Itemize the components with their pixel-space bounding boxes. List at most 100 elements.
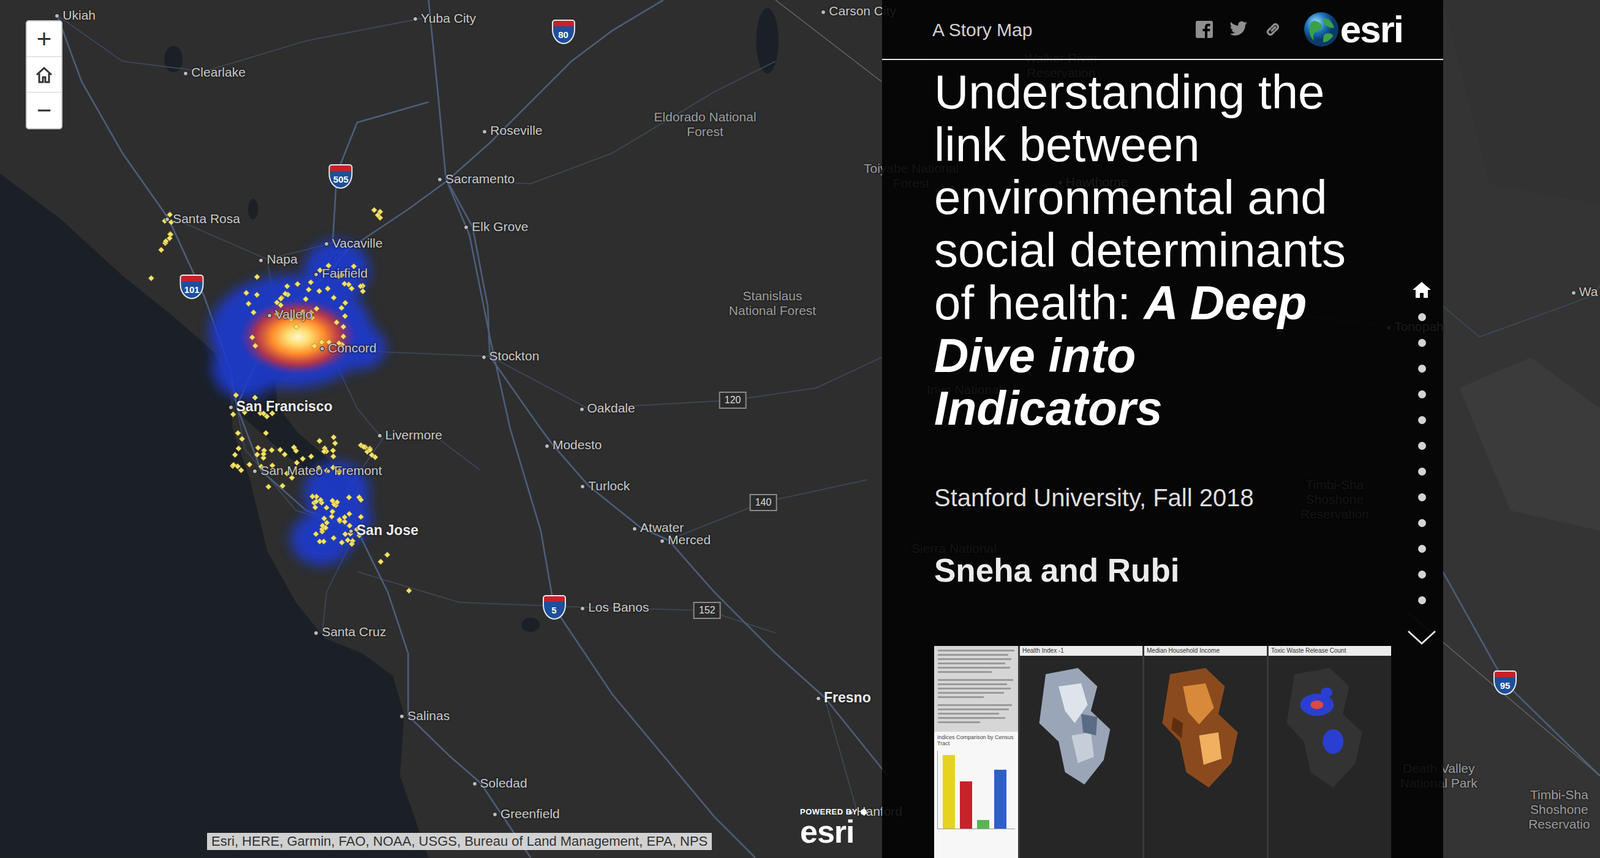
chevron-down-icon[interactable] (1406, 629, 1438, 646)
thumb-text-block (934, 645, 1019, 723)
story-main: Understanding the link between environme… (882, 60, 1401, 858)
city-dot (54, 13, 60, 19)
city-dot (632, 526, 638, 532)
map-label-text: Timbi-Sha Shoshone Reservatio (1528, 787, 1590, 831)
map-label-text: Vacaville (332, 235, 383, 250)
header-actions: esri (1194, 10, 1403, 49)
map-label-text: Modesto (552, 437, 603, 452)
zoom-out-button[interactable]: − (26, 92, 62, 129)
map-label-text: Elk Grove (471, 219, 529, 234)
nav-dot[interactable] (1418, 544, 1427, 553)
home-icon[interactable] (26, 56, 62, 93)
map-label-text: Soledad (480, 775, 528, 790)
map-label-text: Salinas (407, 708, 450, 723)
map-attribution: Esri, HERE, Garmin, FAO, NOAA, USGS, Bur… (207, 832, 712, 850)
map-label: Los Banos (580, 599, 649, 615)
text-line (937, 703, 1012, 706)
route-shield: 152 (693, 601, 721, 619)
city-dot (659, 538, 665, 544)
city-dot (815, 695, 821, 701)
link-icon[interactable] (1263, 19, 1283, 40)
map-label: Napa (258, 251, 298, 267)
nav-dot[interactable] (1418, 493, 1427, 502)
map-label-text: Napa (266, 251, 298, 266)
text-line (937, 666, 1011, 669)
map-label: Oakdale (579, 400, 636, 416)
map-label: Santa Cruz (313, 624, 386, 639)
thumb-map-canvas (1019, 655, 1143, 840)
zoom-control: +− (25, 20, 63, 130)
city-dot (1571, 290, 1577, 296)
city-dot (482, 129, 487, 135)
text-line (937, 649, 1015, 652)
nav-dot[interactable] (1418, 390, 1427, 399)
esri-brand[interactable]: esri (1302, 10, 1403, 49)
nav-dot[interactable] (1418, 364, 1427, 373)
map-label: Stockton (481, 348, 540, 364)
city-dot (399, 713, 405, 719)
powered-by-text: POWERED BY (800, 807, 858, 816)
map-label: Clearlake (183, 64, 246, 80)
chart-bar (977, 819, 990, 829)
nav-dot[interactable] (1418, 441, 1427, 450)
text-line (937, 720, 981, 723)
map-label-text: Yuba City (420, 11, 476, 26)
map-label-text: Oakdale (587, 400, 636, 415)
map-label-text: Fresno (823, 689, 872, 706)
map-label: Fremont (325, 463, 382, 478)
text-line (937, 687, 1011, 690)
text-line (937, 678, 1014, 681)
home-icon[interactable] (1411, 280, 1432, 299)
nav-dot[interactable] (1418, 596, 1427, 604)
story-header: A Story Mapesri (882, 0, 1444, 61)
nav-dot[interactable] (1418, 338, 1427, 347)
thumb-map-canvas (1144, 655, 1267, 840)
chart-bar (959, 781, 973, 828)
city-dot (579, 406, 585, 412)
city-dot (228, 404, 234, 410)
map-label: Soledad (472, 775, 528, 791)
thumb-map-canvas (1268, 655, 1392, 840)
story-authors: Sneha and Rubi (934, 550, 1401, 590)
map-label-text: Greenfield (500, 806, 560, 821)
city-dot (437, 177, 443, 182)
twitter-icon[interactable] (1228, 19, 1249, 40)
map-label-text: Santa Rosa (172, 210, 241, 225)
map-label-text: Atwater (640, 520, 684, 535)
map-label: Vallejo (267, 306, 313, 322)
nav-dot[interactable] (1418, 518, 1427, 527)
map-label: Eldorado National Forest (652, 109, 758, 140)
text-line (937, 708, 1009, 710)
city-dot (544, 443, 550, 449)
map-label: San Francisco (228, 398, 333, 415)
map-label: Sacramento (437, 170, 515, 186)
story-body: Understanding the link between environme… (882, 60, 1444, 858)
map-label: Roseville (482, 123, 543, 138)
map-label-text: Wa (1579, 284, 1599, 299)
city-dot (183, 71, 189, 76)
map-label-text: Stanislaus National Forest (728, 288, 816, 318)
nav-dot[interactable] (1418, 415, 1427, 424)
map-label-text: Eldorado National Forest (654, 109, 757, 139)
nav-dot[interactable] (1418, 313, 1427, 321)
nav-dot[interactable] (1418, 467, 1427, 476)
map-label: Greenfield (492, 806, 560, 821)
facebook-icon[interactable] (1194, 19, 1215, 40)
nav-dot[interactable] (1418, 570, 1427, 579)
text-line (937, 716, 1006, 719)
city-dot (267, 312, 272, 318)
thumb-side-panel: Indices Comparison by Census Tract (934, 645, 1019, 858)
esri-wordmark: esri (1340, 10, 1403, 49)
story-map-app: UkiahYuba CityCarson CityClearlakeEldora… (0, 0, 1600, 858)
story-thumbnail[interactable]: Indices Comparison by Census TractHealth… (934, 645, 1392, 858)
map-label: Yuba City (412, 11, 476, 26)
map-label-text: Los Banos (588, 599, 649, 614)
story-navigation (1400, 60, 1444, 858)
city-dot (580, 605, 585, 611)
zoom-in-button[interactable]: + (26, 21, 62, 57)
chart-title: Indices Comparison by Census Tract (937, 733, 1016, 747)
map-label: Elk Grove (463, 219, 529, 234)
text-line (937, 662, 1006, 665)
map-label-text: Fairfield (321, 265, 368, 280)
city-dot (412, 16, 418, 22)
